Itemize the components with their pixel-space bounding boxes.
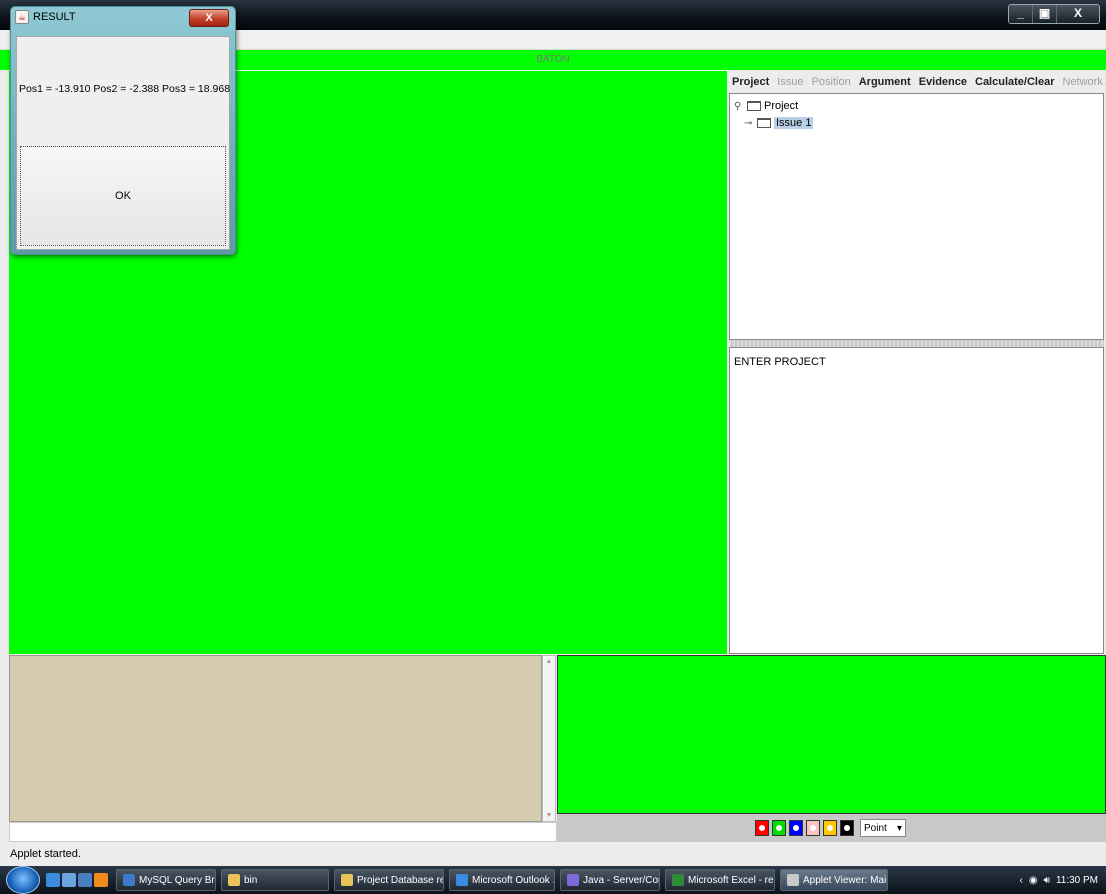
status-input[interactable] [9, 822, 557, 842]
switch-windows-icon[interactable] [78, 873, 92, 887]
menu-network-analysis[interactable]: Network Analysis [1062, 76, 1106, 88]
java-icon [787, 874, 799, 886]
windows-taskbar: MySQL Query Brow... bin Project Database… [0, 866, 1106, 894]
taskbar-item-project-database[interactable]: Project Database rec... [334, 869, 444, 891]
scroll-down-icon[interactable]: ▼ [543, 812, 555, 819]
volume-icon[interactable]: 🔊︎ [1044, 875, 1050, 886]
shape-select-value: Point [864, 822, 887, 834]
color-swatch-blue[interactable] [789, 820, 803, 836]
media-player-icon[interactable] [94, 873, 108, 887]
folder-icon [341, 874, 353, 886]
folder-icon [757, 118, 771, 128]
color-swatch-red[interactable] [755, 820, 769, 836]
project-tree[interactable]: ⚲ Project ⊸ Issue 1 [729, 93, 1104, 340]
quick-launch [46, 873, 108, 887]
menu-issue[interactable]: Issue [777, 76, 803, 88]
dialog-body: Pos1 = -13.910 Pos2 = -2.388 Pos3 = 18.9… [16, 36, 230, 250]
taskbar-item-mysql[interactable]: MySQL Query Brow... [116, 869, 216, 891]
command-toolbar: Project Issue Position Argument Evidence… [727, 71, 1106, 93]
color-palette-bar: Point ▾ [557, 814, 1106, 842]
start-button[interactable] [6, 866, 40, 894]
tree-node-label: Project [764, 100, 799, 112]
tree-node-issue-1[interactable]: ⊸ Issue 1 [744, 117, 814, 129]
menu-evidence[interactable]: Evidence [919, 76, 967, 88]
color-swatch-orange[interactable] [823, 820, 837, 836]
dialog-title: RESULT [33, 11, 76, 23]
collapse-handle-icon[interactable]: ⊸ [744, 118, 754, 129]
folder-icon [747, 101, 761, 111]
color-swatch-pink[interactable] [806, 820, 820, 836]
system-tray: ‹ ◉ 🔊︎ 11:30 PM [1012, 866, 1106, 894]
ie-icon [456, 874, 468, 886]
result-dialog: ☕︎ RESULT X Pos1 = -13.910 Pos2 = -2.388… [10, 6, 236, 255]
dialog-close-button[interactable]: X [189, 9, 229, 27]
color-swatch-black[interactable] [840, 820, 854, 836]
color-swatch-green[interactable] [772, 820, 786, 836]
right-panel: Project Issue Position Argument Evidence… [727, 71, 1106, 654]
entry-panel[interactable]: ENTER PROJECT [729, 347, 1104, 654]
vertical-scrollbar[interactable]: ▲ ▼ [542, 655, 556, 822]
taskbar-item-bin[interactable]: bin [221, 869, 329, 891]
menu-position[interactable]: Position [812, 76, 851, 88]
color-swatches: Point ▾ [755, 819, 906, 837]
eclipse-icon [567, 874, 579, 886]
tray-expand-icon[interactable]: ‹ [1020, 875, 1023, 886]
maximize-button[interactable]: ▣ [1033, 5, 1057, 23]
taskbar-item-java[interactable]: Java - Server/Confi... [560, 869, 660, 891]
dialog-titlebar: ☕︎ RESULT [15, 10, 76, 24]
excel-icon [672, 874, 684, 886]
taskbar-item-excel[interactable]: Microsoft Excel - res... [665, 869, 775, 891]
taskbar-item-outlook[interactable]: Microsoft Outlook ... [449, 869, 555, 891]
scroll-up-icon[interactable]: ▲ [543, 658, 555, 665]
split-divider[interactable] [729, 340, 1104, 347]
minimize-button[interactable]: _ [1009, 5, 1033, 23]
ok-button[interactable]: OK [20, 146, 226, 246]
window-controls: _ ▣ X [1008, 4, 1100, 24]
ie-icon[interactable] [46, 873, 60, 887]
taskbar-item-applet-viewer[interactable]: Applet Viewer: Main... [780, 869, 888, 891]
network-icon[interactable]: ◉ [1029, 875, 1038, 886]
expand-handle-icon[interactable]: ⚲ [734, 101, 744, 112]
tree-node-label: Issue 1 [774, 117, 814, 129]
chevron-down-icon: ▾ [896, 822, 902, 834]
java-icon: ☕︎ [15, 10, 29, 24]
tree-node-project[interactable]: ⚲ Project [734, 100, 798, 112]
menu-project[interactable]: Project [732, 76, 769, 88]
menu-argument[interactable]: Argument [859, 76, 911, 88]
menu-calculate-clear[interactable]: Calculate/Clear [975, 76, 1054, 88]
text-area[interactable] [9, 655, 542, 822]
entry-prompt: ENTER PROJECT [734, 356, 826, 368]
app-icon [123, 874, 135, 886]
close-button[interactable]: X [1057, 5, 1099, 23]
applet-status-text: Applet started. [10, 848, 81, 860]
clock[interactable]: 11:30 PM [1056, 875, 1098, 886]
result-message: Pos1 = -13.910 Pos2 = -2.388 Pos3 = 18.9… [19, 83, 231, 95]
desktop-icon[interactable] [62, 873, 76, 887]
shape-select[interactable]: Point ▾ [860, 819, 906, 837]
preview-canvas[interactable] [557, 655, 1106, 814]
folder-icon [228, 874, 240, 886]
